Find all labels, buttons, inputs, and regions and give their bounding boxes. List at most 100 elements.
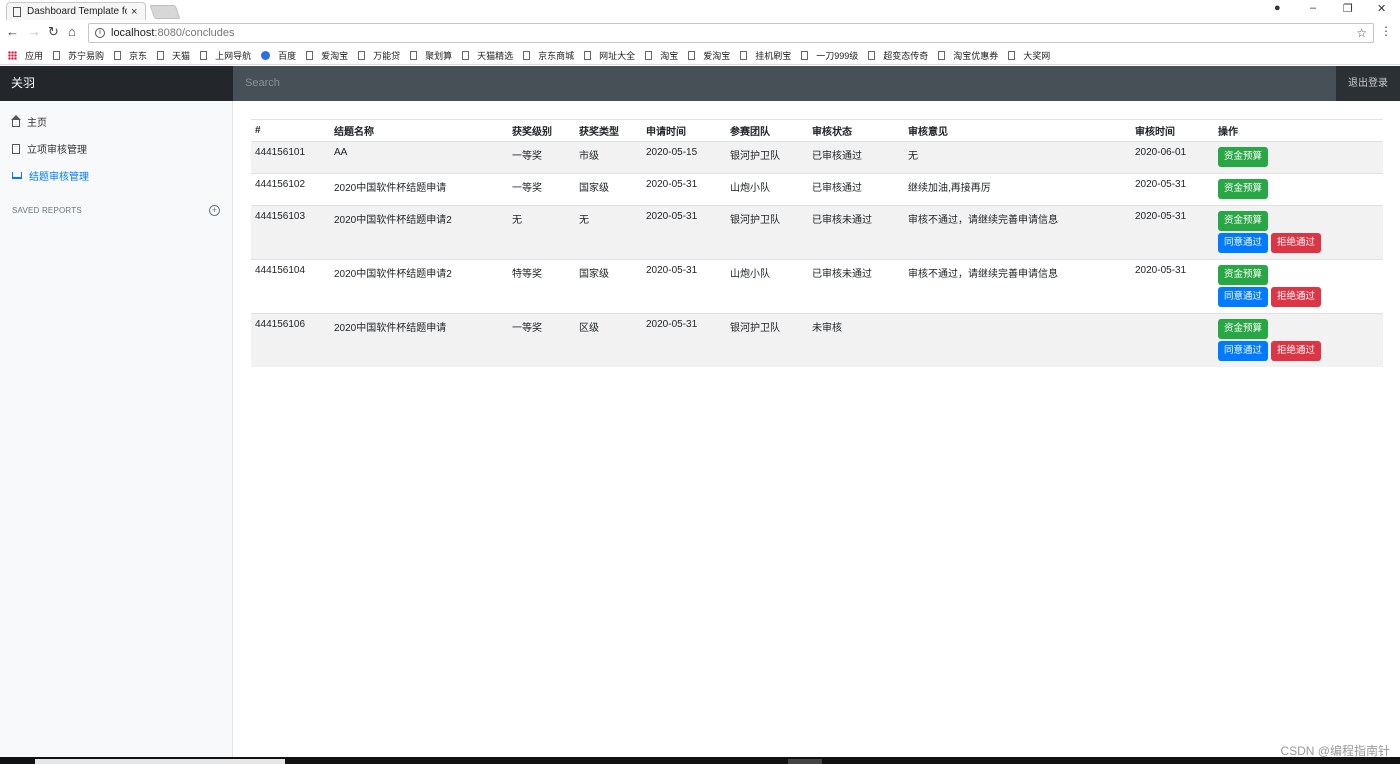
bookmark-item[interactable]: 挂机刷宝	[740, 49, 791, 62]
browser-menu-icon[interactable]: ⋮	[1380, 24, 1392, 38]
saved-reports-label: SAVED REPORTS	[12, 206, 82, 215]
cart-icon	[12, 172, 22, 179]
watermark: CSDN @编程指南针	[1280, 744, 1390, 758]
bookmark-label: 网址大全	[599, 50, 636, 61]
tab-close-icon[interactable]: ×	[131, 6, 137, 18]
taskbar-item[interactable]	[788, 759, 822, 764]
cell-status: 已审核通过	[808, 173, 904, 206]
bookmark-item[interactable]: 京东	[114, 49, 147, 62]
cell-apply-time: 2020-05-31	[642, 205, 726, 260]
close-window-button[interactable]: ✕	[1377, 2, 1386, 15]
tab-title: Dashboard Template fo	[27, 6, 127, 17]
sidebar: 主页 立项审核管理 结题审核管理 SAVED REPORTS +	[0, 101, 233, 757]
cell-actions: 资金预算 同意通过 拒绝通过	[1214, 259, 1383, 314]
sidebar-item-conclude-review[interactable]: 结题审核管理	[0, 162, 232, 189]
col-header: #	[251, 119, 330, 142]
bookmark-item[interactable]: 爱淘宝	[688, 49, 730, 62]
forward-icon[interactable]: →	[28, 24, 41, 39]
page-icon	[584, 50, 592, 60]
budget-button[interactable]: 资金预算	[1218, 319, 1269, 339]
cell-review-time: 2020-05-31	[1131, 259, 1214, 314]
cell-opinion: 审核不通过，请继续完善申请信息	[904, 259, 1131, 314]
bookmark-item[interactable]: 聚划算	[410, 49, 452, 62]
cell-type: 区级	[575, 313, 642, 367]
cell-status: 已审核通过	[808, 141, 904, 174]
bookmark-label: 京东	[129, 50, 148, 61]
bookmark-item[interactable]: 一刀999级	[801, 49, 858, 62]
bookmark-item[interactable]: 超变态传奇	[868, 49, 928, 62]
reject-button[interactable]: 拒绝通过	[1271, 233, 1322, 253]
cell-team: 银河护卫队	[726, 313, 808, 367]
bookmark-item[interactable]: 苏宁易购	[53, 49, 104, 62]
sidebar-item-label: 立项审核管理	[27, 145, 87, 156]
bookmark-item[interactable]: 网址大全	[584, 49, 635, 62]
address-bar[interactable]: i localhost:8080/concludes ☆	[88, 23, 1374, 43]
back-icon[interactable]: ←	[6, 24, 19, 39]
bookmark-label: 聚划算	[425, 50, 453, 61]
new-tab-button[interactable]	[149, 5, 181, 19]
reject-button[interactable]: 拒绝通过	[1271, 341, 1322, 361]
home-icon	[11, 114, 21, 127]
info-icon[interactable]: i	[95, 28, 105, 38]
sidebar-item-project-review[interactable]: 立项审核管理	[0, 135, 232, 162]
search-input[interactable]: Search	[233, 66, 1336, 101]
cell-status: 已审核未通过	[808, 205, 904, 260]
bookmark-label: 百度	[278, 50, 297, 61]
bookmark-item[interactable]: 天猫	[157, 49, 190, 62]
minimize-button[interactable]: –	[1310, 2, 1316, 14]
bookmark-item[interactable]: 万能贷	[358, 49, 400, 62]
bookmark-item[interactable]: 百度	[261, 49, 296, 62]
cell-level: 一等奖	[508, 141, 575, 174]
budget-button[interactable]: 资金预算	[1218, 179, 1269, 199]
cell-review-time: 2020-06-01	[1131, 141, 1214, 174]
browser-tab[interactable]: Dashboard Template fo ×	[6, 2, 146, 20]
home-icon[interactable]: ⌂	[68, 24, 76, 39]
reject-button[interactable]: 拒绝通过	[1271, 287, 1322, 307]
bookmark-label: 挂机刷宝	[755, 50, 792, 61]
bookmark-item[interactable]: 爱淘宝	[306, 49, 348, 62]
approve-button[interactable]: 同意通过	[1218, 287, 1269, 307]
bookmark-item[interactable]: 应用	[8, 49, 43, 62]
budget-button[interactable]: 资金预算	[1218, 265, 1269, 285]
sidebar-item-label: 结题审核管理	[29, 172, 89, 183]
bookmark-item[interactable]: 天猫精选	[462, 49, 513, 62]
bookmark-item[interactable]: 淘宝	[645, 49, 678, 62]
page-icon	[306, 50, 314, 60]
col-header: 获奖级别	[508, 119, 575, 142]
table-row: 444156102 2020中国软件杯结题申请 一等奖 国家级 2020-05-31 山炮…	[251, 173, 1383, 206]
restore-button[interactable]: ❐	[1343, 2, 1353, 15]
cell-name: 2020中国软件杯结题申请2	[330, 259, 508, 314]
taskbar-item[interactable]	[35, 759, 285, 764]
sidebar-item-label: 主页	[27, 118, 47, 129]
bookmark-item[interactable]: 上网导航	[200, 49, 251, 62]
sidebar-item-home[interactable]: 主页	[0, 108, 232, 135]
bookmark-label: 大奖网	[1023, 50, 1051, 61]
approve-button[interactable]: 同意通过	[1218, 341, 1269, 361]
table-row: 444156104 2020中国软件杯结题申请2 特等奖 国家级 2020-05-31 山…	[251, 259, 1383, 314]
add-report-icon[interactable]: +	[209, 205, 220, 216]
approve-button[interactable]: 同意通过	[1218, 233, 1269, 253]
cell-opinion: 审核不通过，请继续完善申请信息	[904, 205, 1131, 260]
bookmark-item[interactable]: 淘宝优惠券	[938, 49, 998, 62]
cell-apply-time: 2020-05-31	[642, 313, 726, 367]
logout-link[interactable]: 退出登录	[1336, 66, 1400, 101]
profile-icon[interactable]: ●	[1274, 2, 1281, 14]
bookmark-label: 超变态传奇	[883, 50, 929, 61]
os-taskbar	[0, 757, 1400, 764]
bookmark-item[interactable]: 大奖网	[1008, 49, 1050, 62]
bookmark-item[interactable]: 京东商城	[523, 49, 574, 62]
cell-opinion	[904, 313, 1131, 367]
cell-apply-time: 2020-05-31	[642, 259, 726, 314]
budget-button[interactable]: 资金预算	[1218, 211, 1269, 231]
col-header: 申请时间	[642, 119, 726, 142]
col-header: 审核意见	[904, 119, 1131, 142]
col-header: 操作	[1214, 119, 1383, 142]
cell-actions: 资金预算	[1214, 173, 1383, 206]
cell-name: 2020中国软件杯结题申请2	[330, 205, 508, 260]
brand[interactable]: 关羽	[0, 66, 233, 101]
reload-icon[interactable]: ↻	[48, 24, 59, 40]
bookmark-star-icon[interactable]: ☆	[1356, 26, 1367, 40]
page-icon	[157, 50, 165, 60]
page-icon	[410, 50, 418, 60]
budget-button[interactable]: 资金预算	[1218, 147, 1269, 167]
